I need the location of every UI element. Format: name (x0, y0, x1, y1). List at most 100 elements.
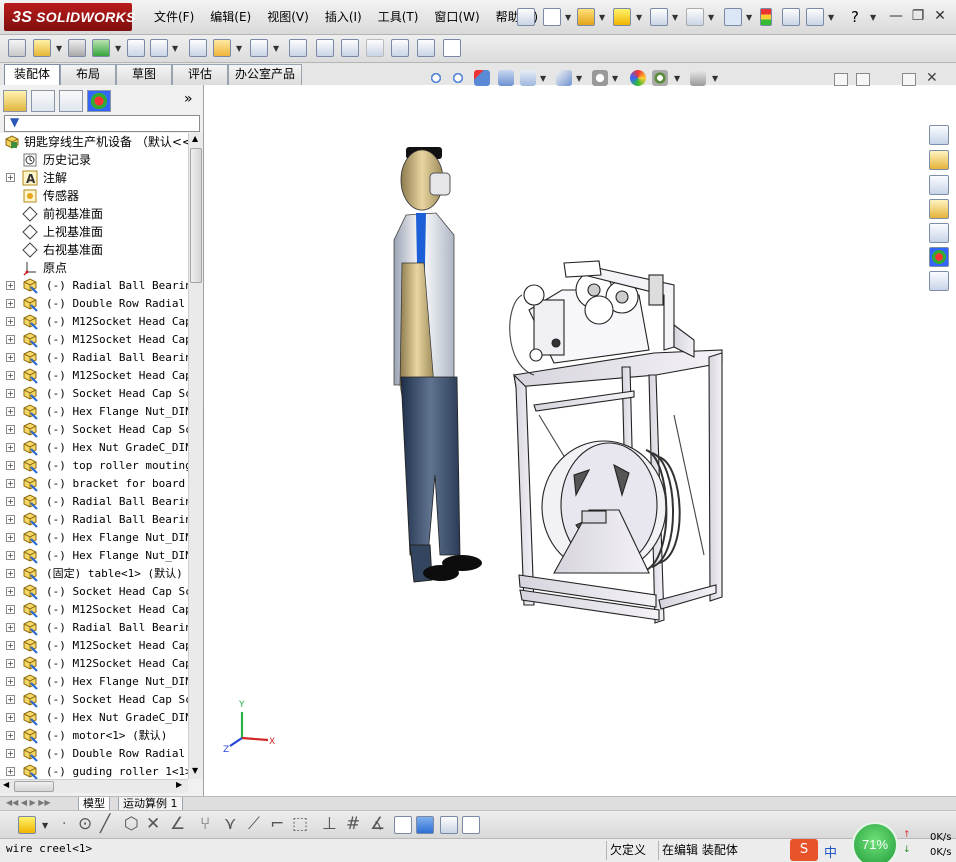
tree-node[interactable]: 右视基准面 (0, 241, 188, 259)
appearance-tab-icon[interactable] (87, 90, 111, 112)
mirror-icon[interactable]: ⑂ (200, 814, 210, 834)
open-folder-icon[interactable] (577, 8, 595, 26)
move-component-icon[interactable] (150, 39, 168, 57)
tree-component[interactable]: + (-) Radial Ball Bearing_ (0, 511, 188, 529)
construction-line-icon[interactable]: ⟋ (248, 814, 260, 834)
view-settings-icon[interactable] (690, 70, 706, 86)
expand-toggle-icon[interactable]: + (6, 371, 15, 380)
polygon-icon[interactable]: ⬡ (124, 814, 139, 834)
tree-component[interactable]: + (-) Hex Flange Nut_DIN(m (0, 547, 188, 565)
tree-component[interactable]: + (-) guding roller 1<1> (0, 763, 188, 779)
expand-toggle-icon[interactable]: + (6, 533, 15, 542)
chevron-down-icon[interactable]: ▼ (273, 44, 279, 53)
previous-view-icon[interactable] (474, 70, 490, 86)
tree-node[interactable]: 前视基准面 (0, 205, 188, 223)
expand-toggle-icon[interactable]: + (6, 461, 15, 470)
expand-toggle-icon[interactable]: + (6, 443, 15, 452)
expand-toggle-icon[interactable]: + (6, 335, 15, 344)
relation-icon[interactable]: ⊥ (322, 814, 337, 834)
tree-component[interactable]: + (-) Socket Head Cap Scre (0, 583, 188, 601)
corner-icon[interactable]: ⌐ (270, 814, 284, 834)
menu-insert[interactable]: 插入(I) (317, 0, 370, 35)
restore-icon[interactable]: ❐ (908, 6, 928, 26)
tab-evaluate[interactable]: 评估 (172, 64, 228, 85)
file-properties-icon[interactable] (782, 8, 800, 26)
expand-toggle-icon[interactable]: + (6, 389, 15, 398)
menu-file[interactable]: 文件(F) (146, 0, 202, 35)
scroll-thumb[interactable] (190, 148, 202, 283)
tree-component[interactable]: + (-) Radial Ball Bearing_ (0, 493, 188, 511)
chevron-down-icon[interactable]: ▼ (746, 13, 752, 22)
tree-component[interactable]: + (-) M12Socket Head Cap S (0, 367, 188, 385)
ime-mode[interactable]: 中 (824, 842, 837, 861)
smart-dimension-icon[interactable] (18, 816, 36, 834)
expand-toggle-icon[interactable]: + (6, 677, 15, 686)
chevron-down-icon[interactable]: ▼ (42, 821, 48, 830)
linear-pattern-icon[interactable] (92, 39, 110, 57)
offset-icon[interactable]: ⋎ (224, 814, 236, 834)
expand-toggle-icon[interactable]: + (6, 641, 15, 650)
circle-icon[interactable]: ⊙ (78, 814, 92, 834)
scroll-right-icon[interactable]: ▶ (176, 780, 182, 789)
expand-toggle-icon[interactable]: + (6, 173, 15, 182)
expand-toggle-icon[interactable]: + (6, 479, 15, 488)
tab-office-products[interactable]: 办公室产品 (228, 64, 302, 85)
expand-toggle-icon[interactable]: + (6, 281, 15, 290)
tree-component[interactable]: + (-) Hex Flange Nut_DIN(K (0, 529, 188, 547)
tree-component[interactable]: + (-) Socket Head Cap Scre (0, 385, 188, 403)
tree-component[interactable]: + (-) Socket Head Cap Scre (0, 691, 188, 709)
chevron-down-icon[interactable]: ▼ (599, 13, 605, 22)
3d-sketch-icon[interactable] (394, 816, 412, 834)
feature-tree-tab-icon[interactable] (3, 90, 27, 112)
expand-toggle-icon[interactable]: + (6, 659, 15, 668)
property-manager-tab-icon[interactable] (31, 90, 55, 112)
reference-geometry-icon[interactable] (250, 39, 268, 57)
tree-component[interactable]: + (-) Hex Nut GradeC_DIN( (0, 439, 188, 457)
tree-component[interactable]: + (-) Double Row Radial Be (0, 745, 188, 763)
show-hidden-icon[interactable] (189, 39, 207, 57)
tree-component[interactable]: + (-) Socket Head Cap Scre (0, 421, 188, 439)
tree-component[interactable]: + (-) M12Socket Head Cap S (0, 655, 188, 673)
tab-model[interactable]: 模型 (78, 797, 110, 811)
tree-component[interactable]: + (固定) table<1> (默认) (0, 565, 188, 583)
tree-component[interactable]: + (-) Hex Nut GradeC_DIN( (0, 709, 188, 727)
tree-component[interactable]: + (-) M12Socket Head Cap S (0, 331, 188, 349)
expand-toggle-icon[interactable]: + (6, 623, 15, 632)
tree-node[interactable]: 传感器 (0, 187, 188, 205)
tree-component[interactable]: + (-) bracket for board su (0, 475, 188, 493)
menu-tools[interactable]: 工具(T) (370, 0, 427, 35)
chevron-down-icon[interactable]: ▼ (576, 74, 582, 83)
exploded-view-icon[interactable] (341, 39, 359, 57)
traffic-light-rebuild-icon[interactable] (760, 8, 772, 26)
display-style-icon[interactable] (556, 70, 572, 86)
tree-root-assembly[interactable]: 钥匙穿线生产机设备 （默认<< (0, 133, 188, 151)
expand-toggle-icon[interactable]: + (6, 515, 15, 524)
scroll-up-icon[interactable]: ▲ (192, 134, 198, 143)
speed-meter[interactable]: 71% (852, 822, 898, 862)
zoom-to-area-icon[interactable] (450, 70, 466, 86)
viewport-split2-icon[interactable] (856, 73, 870, 86)
tab-scroll-arrows[interactable]: ◀◀ ◀ ▶ ▶▶ (6, 798, 51, 807)
tree-vertical-scrollbar[interactable]: ▲ ▼ (188, 133, 203, 779)
menu-edit[interactable]: 编辑(E) (202, 0, 259, 35)
sogou-ime-icon[interactable]: S (790, 839, 818, 861)
shaded-cube-icon[interactable] (416, 816, 434, 834)
mate-paperclip-icon[interactable] (68, 39, 86, 57)
expand-toggle-icon[interactable]: + (6, 551, 15, 560)
file-explorer-icon[interactable] (929, 199, 949, 219)
expand-toggle-icon[interactable]: + (6, 695, 15, 704)
tree-horizontal-scrollbar[interactable]: ◀ ▶ (0, 779, 188, 793)
tab-motion-study[interactable]: 运动算例 1 (118, 797, 183, 811)
scroll-down-icon[interactable]: ▼ (192, 766, 198, 775)
tree-component[interactable]: + (-) Double Row Radial Be (0, 295, 188, 313)
tree-component[interactable]: + (-) M12Socket Head Cap S (0, 313, 188, 331)
interference-detection-icon[interactable] (391, 39, 409, 57)
new-part-icon[interactable] (33, 39, 51, 57)
new-document-icon[interactable] (543, 8, 561, 26)
expand-toggle-icon[interactable]: + (6, 317, 15, 326)
expand-toggle-icon[interactable]: + (6, 353, 15, 362)
expand-toggle-icon[interactable]: + (6, 299, 15, 308)
tree-filter[interactable]: ▼ (4, 115, 200, 132)
options-icon[interactable] (806, 8, 824, 26)
chevron-down-icon[interactable]: ▼ (236, 44, 242, 53)
